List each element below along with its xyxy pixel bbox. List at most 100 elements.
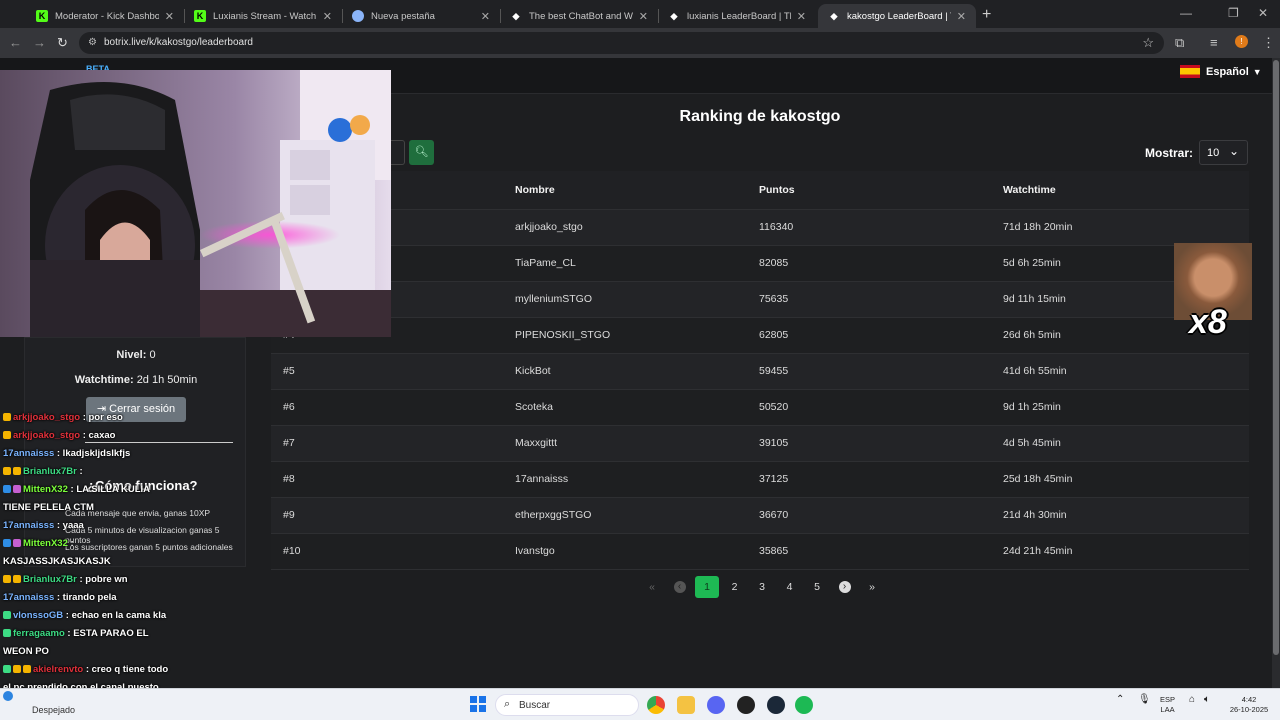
page-button-4[interactable]: 4 bbox=[778, 576, 802, 598]
prev-page-button[interactable]: ‹ bbox=[668, 576, 692, 598]
tab-botrix-widgets[interactable]: ◆ The best ChatBot and Widgets for Kick … bbox=[500, 4, 658, 28]
points-cell: 75635 bbox=[759, 281, 1003, 318]
close-tab-icon[interactable]: ✕ bbox=[481, 10, 490, 23]
tab-luxianis-stream[interactable]: K Luxianis Stream - Watch Live on Kick ✕ bbox=[184, 4, 342, 28]
microphone-icon[interactable]: 🎙︎ bbox=[1138, 695, 1151, 705]
close-tab-icon[interactable]: ✕ bbox=[639, 10, 648, 23]
table-row: #5 KickBot 59455 41d 6h 55min bbox=[271, 353, 1249, 390]
tab-title: Nueva pestaña bbox=[371, 10, 435, 22]
weather-widget[interactable] bbox=[3, 691, 13, 702]
watchtime-cell: 9d 1h 25min bbox=[1003, 389, 1249, 426]
clock[interactable]: 4:42 26-10-2025 bbox=[1225, 695, 1273, 715]
tray-chevron-icon[interactable]: ⌃ bbox=[1116, 695, 1124, 705]
chrome-icon bbox=[352, 10, 364, 22]
next-page-button[interactable]: › bbox=[833, 576, 857, 598]
points-cell: 39105 bbox=[759, 425, 1003, 462]
table-row: TiaPame_CL 82085 5d 6h 25min bbox=[271, 245, 1249, 282]
bookmark-star-icon[interactable]: ☆ bbox=[1142, 35, 1154, 51]
reload-icon[interactable]: ↻ bbox=[57, 35, 68, 51]
tab-kakostgo-leaderboard[interactable]: ◆ kakostgo LeaderBoard | The best ChatBo… bbox=[818, 4, 976, 28]
webcam-overlay bbox=[0, 70, 391, 337]
language-selector[interactable]: Español ▼ bbox=[1180, 65, 1262, 78]
name-cell: Ivanstgo bbox=[515, 533, 759, 570]
page-scrollbar[interactable] bbox=[1272, 58, 1280, 688]
page-size-select[interactable]: 10 ⌄ bbox=[1199, 140, 1248, 165]
page-button-1[interactable]: 1 bbox=[695, 576, 719, 598]
watchtime-value: 2d 1h 50min bbox=[136, 374, 198, 386]
media-icon[interactable]: ≡ bbox=[1210, 35, 1218, 50]
chat-text: : bbox=[70, 538, 74, 549]
scrollbar-thumb[interactable] bbox=[1273, 60, 1279, 655]
app-icon[interactable] bbox=[737, 696, 755, 714]
site-info-icon[interactable]: ⚙ bbox=[88, 37, 97, 48]
first-page-button[interactable]: « bbox=[640, 576, 664, 598]
network-icon[interactable]: ⌂ bbox=[1189, 695, 1195, 705]
last-page-button[interactable]: » bbox=[860, 576, 884, 598]
profile-avatar[interactable]: ! bbox=[1235, 35, 1248, 48]
address-bar[interactable]: ⚙ botrix.live/k/kakostgo/leaderboard ☆ bbox=[79, 32, 1164, 54]
close-tab-icon[interactable]: ✕ bbox=[797, 10, 806, 23]
name-cell: etherpxggSTGO bbox=[515, 497, 759, 534]
page-button-5[interactable]: 5 bbox=[805, 576, 829, 598]
start-button[interactable] bbox=[470, 696, 486, 712]
name-cell: Maxxgittt bbox=[515, 425, 759, 462]
chat-message: Brianlux7Br : bbox=[3, 464, 258, 479]
chat-username: vlonssoGB bbox=[13, 610, 64, 621]
forward-icon[interactable]: → bbox=[33, 35, 46, 50]
chat-text: TIENE PELELA CTM bbox=[3, 502, 94, 513]
search-input[interactable] bbox=[391, 140, 405, 165]
search-icon: 🔍︎ bbox=[414, 146, 429, 158]
rank-cell: #5 bbox=[271, 353, 515, 390]
spotify-icon[interactable] bbox=[795, 696, 813, 714]
close-window-icon[interactable]: ✕ bbox=[1258, 6, 1268, 20]
chevron-down-icon: ⌄ bbox=[1228, 144, 1239, 158]
new-tab-icon[interactable]: + bbox=[982, 6, 991, 24]
chat-username: arkjjoako_stgo bbox=[13, 430, 81, 441]
tab-luxianis-leaderboard[interactable]: ◆ luxianis LeaderBoard | The best ChatBo… bbox=[658, 4, 816, 28]
language-indicator[interactable]: ESP LAA bbox=[1160, 695, 1175, 715]
chrome-taskbar-icon[interactable] bbox=[647, 696, 665, 714]
chat-badge-icon bbox=[13, 467, 21, 475]
name-cell: mylleniumSTGO bbox=[515, 281, 759, 318]
close-tab-icon[interactable]: ✕ bbox=[323, 10, 332, 23]
nivel-label: Nivel: bbox=[116, 349, 147, 361]
page-button-2[interactable]: 2 bbox=[723, 576, 747, 598]
watchtime-cell: 71d 18h 20min bbox=[1003, 209, 1249, 246]
chat-text: : yaaa bbox=[56, 520, 84, 531]
chat-message: arkjjoako_stgo : por eso bbox=[3, 410, 258, 425]
page-size-value: 10 bbox=[1207, 147, 1220, 159]
steam-icon[interactable] bbox=[767, 696, 785, 714]
chat-username: 17annaisss bbox=[3, 592, 55, 603]
name-cell: 17annaisss bbox=[515, 461, 759, 498]
back-icon[interactable]: ← bbox=[9, 35, 22, 50]
botrix-icon: ◆ bbox=[830, 10, 838, 21]
tab-title: Luxianis Stream - Watch Live on Kick bbox=[213, 10, 317, 22]
discord-icon[interactable] bbox=[707, 696, 725, 714]
chat-message: 17annaisss : yaaa bbox=[3, 518, 258, 533]
search-icon: ⌕ bbox=[504, 698, 511, 710]
tab-moderator-kick[interactable]: K Moderator - Kick Dashboard ✕ bbox=[26, 4, 184, 28]
tab-nueva-pestana[interactable]: Nueva pestaña ✕ bbox=[342, 4, 500, 28]
chat-username: MittenX32 bbox=[23, 484, 68, 495]
search-placeholder: Buscar bbox=[519, 700, 551, 711]
nivel-line: Nivel: 0 bbox=[25, 349, 247, 361]
restore-icon[interactable]: ❐ bbox=[1228, 6, 1239, 20]
file-explorer-icon[interactable] bbox=[677, 696, 695, 714]
webcam-image bbox=[0, 70, 391, 337]
close-tab-icon[interactable]: ✕ bbox=[165, 10, 174, 23]
menu-icon[interactable]: ⋮ bbox=[1262, 35, 1275, 51]
page-button-3[interactable]: 3 bbox=[750, 576, 774, 598]
volume-icon[interactable]: 🔈︎ bbox=[1204, 695, 1210, 705]
minimize-icon[interactable]: — bbox=[1180, 6, 1192, 20]
url-text[interactable]: botrix.live/k/kakostgo/leaderboard bbox=[104, 37, 253, 48]
taskbar-search[interactable]: ⌕ Buscar bbox=[495, 694, 639, 716]
extensions-icon[interactable]: ⧉ bbox=[1175, 35, 1184, 51]
name-header: Nombre bbox=[515, 171, 759, 210]
chat-text: KASJASSJKASJKASJK bbox=[3, 556, 111, 567]
kick-icon: K bbox=[36, 10, 48, 22]
search-button[interactable]: 🔍︎ bbox=[409, 140, 434, 165]
close-tab-icon[interactable]: ✕ bbox=[957, 10, 966, 23]
chat-message: 17annaisss : tirando pela bbox=[3, 590, 258, 605]
points-cell: 116340 bbox=[759, 209, 1003, 246]
chat-badge-icon bbox=[3, 575, 11, 583]
